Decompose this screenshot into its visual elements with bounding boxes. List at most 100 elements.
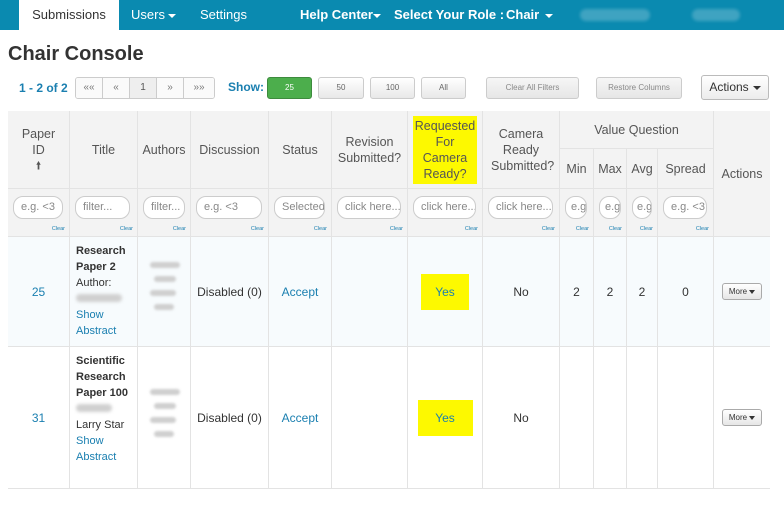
col-header-discussion[interactable]: Discussion	[191, 111, 269, 189]
show-abstract-link[interactable]: Show Abstract	[76, 433, 131, 465]
pager-first-button[interactable]: ««	[76, 78, 103, 98]
filter-input-spread[interactable]: e.g. <3	[663, 196, 707, 219]
show-abstract-show: Show	[76, 309, 104, 321]
row-1-revision	[332, 237, 408, 347]
requested-yes-value[interactable]: Yes	[417, 399, 473, 436]
filter-select-requested[interactable]: click here...	[413, 196, 476, 219]
max-value: 2	[606, 284, 614, 299]
filter-input-paper-id[interactable]: e.g. <3	[13, 196, 63, 219]
chevron-down-icon	[545, 13, 554, 18]
clear-all-filters-button[interactable]: Clear All Filters	[486, 77, 579, 99]
col-header-revision[interactable]: Revision Submitted?	[332, 111, 408, 189]
page-size-all-button[interactable]: All	[421, 77, 466, 99]
nav-tab-submissions[interactable]: Submissions	[19, 0, 119, 30]
row-2-paper-id[interactable]: 31	[8, 347, 70, 489]
status-link[interactable]: Accept	[282, 285, 319, 299]
col-header-paper-id-label: Paper ID	[21, 126, 56, 157]
clear-filter-link[interactable]: Clear	[609, 226, 622, 232]
col-header-camera-ready[interactable]: Camera Ready Submitted?	[483, 111, 560, 189]
filter-input-avg[interactable]: e.g.	[632, 196, 652, 219]
page-size-100-button[interactable]: 100	[370, 77, 415, 99]
col-header-authors-label: Authors	[142, 142, 186, 157]
nav-tab-settings[interactable]: Settings	[200, 0, 247, 30]
filter-input-title[interactable]: filter...	[75, 196, 130, 219]
pager-prev-button[interactable]: «	[103, 78, 130, 98]
blurred-user-menu[interactable]	[580, 9, 650, 21]
blurred-author-label	[76, 401, 131, 417]
row-2-min	[560, 347, 594, 489]
more-button[interactable]: More	[722, 409, 762, 426]
row-2-spread	[658, 347, 714, 489]
filter-cell-avg: e.g. Clear	[627, 189, 658, 237]
col-header-title[interactable]: Title	[70, 111, 138, 189]
filter-input-authors[interactable]: filter...	[143, 196, 185, 219]
col-header-avg-label: Avg	[631, 161, 653, 176]
row-1-status: Accept	[269, 237, 332, 347]
filter-input-discussion[interactable]: e.g. <3	[196, 196, 262, 219]
paper-id-link[interactable]: 25	[32, 285, 45, 299]
requested-yes-value[interactable]: Yes	[421, 273, 469, 310]
row-1-max: 2	[594, 237, 627, 347]
pager-next-button[interactable]: »	[157, 78, 184, 98]
more-button[interactable]: More	[722, 283, 762, 300]
clear-filter-link[interactable]: Clear	[120, 226, 133, 232]
page-size-50-button[interactable]: 50	[318, 77, 364, 99]
nav-select-role-label: Select Your Role :	[394, 0, 504, 30]
clear-filter-link[interactable]: Clear	[542, 226, 555, 232]
role-dropdown[interactable]: Chair	[506, 0, 554, 30]
col-header-max[interactable]: Max	[594, 149, 627, 189]
paper-title[interactable]: Scientific Research Paper 100	[76, 353, 130, 401]
show-abstract-link[interactable]: Show Abstract	[76, 307, 131, 339]
spread-value: 0	[682, 284, 689, 299]
clear-filter-link[interactable]: Clear	[390, 226, 403, 232]
row-1-discussion: Disabled (0)	[191, 237, 269, 347]
col-header-actions: Actions	[714, 111, 770, 237]
clear-filter-link[interactable]: Clear	[465, 226, 478, 232]
clear-filter-link[interactable]: Clear	[52, 226, 65, 232]
paper-title[interactable]: Research Paper 2	[76, 243, 131, 275]
col-header-status[interactable]: Status	[269, 111, 332, 189]
col-header-authors[interactable]: Authors	[138, 111, 191, 189]
status-link[interactable]: Accept	[282, 411, 319, 425]
row-1-paper-id[interactable]: 25	[8, 237, 70, 347]
filter-cell-authors: filter... Clear	[138, 189, 191, 237]
clear-filter-link[interactable]: Clear	[251, 226, 264, 232]
blurred-author-name	[76, 291, 131, 307]
pager-last-button[interactable]: »»	[184, 78, 214, 98]
col-header-avg[interactable]: Avg	[627, 149, 658, 189]
col-header-paper-id[interactable]: Paper ID 🠙	[8, 111, 70, 189]
col-header-max-label: Max	[598, 161, 622, 176]
col-header-requested[interactable]: Requested For Camera Ready?	[408, 111, 483, 189]
nav-help-center[interactable]: Help Center	[300, 0, 381, 30]
clear-filter-link[interactable]: Clear	[314, 226, 327, 232]
clear-filter-link[interactable]: Clear	[173, 226, 186, 232]
col-header-min[interactable]: Min	[560, 149, 594, 189]
actions-dropdown-button[interactable]: Actions	[701, 75, 769, 100]
chevron-down-icon	[749, 415, 756, 420]
row-1-title: Research Paper 2 Author: Show Abstract	[70, 237, 138, 347]
col-header-actions-label: Actions	[721, 166, 763, 181]
blurred-account-menu[interactable]	[692, 9, 740, 21]
paper-id-link[interactable]: 31	[32, 411, 45, 425]
filter-select-revision[interactable]: click here...	[337, 196, 401, 219]
filter-cell-spread: e.g. <3 Clear	[658, 189, 714, 237]
clear-filter-link[interactable]: Clear	[696, 226, 709, 232]
row-2-discussion: Disabled (0)	[191, 347, 269, 489]
filter-select-camera-ready[interactable]: click here...	[488, 196, 553, 219]
clear-filter-link[interactable]: Clear	[640, 226, 653, 232]
pager-page-1[interactable]: 1	[130, 78, 157, 98]
nav-help-center-label: Help Center	[300, 7, 373, 22]
restore-columns-button[interactable]: Restore Columns	[596, 77, 682, 99]
actions-label: Actions	[709, 80, 749, 94]
filter-input-min[interactable]: e.g.	[565, 196, 587, 219]
page-size-25-button[interactable]: 25	[267, 77, 312, 99]
filter-cell-paper-id: e.g. <3 Clear	[8, 189, 70, 237]
blurred-authors	[150, 389, 180, 437]
col-header-spread[interactable]: Spread	[658, 149, 714, 189]
filter-input-max[interactable]: e.g.	[599, 196, 621, 219]
col-header-requested-label: Requested For Camera Ready?	[413, 115, 477, 184]
filter-select-status[interactable]: Selected	[274, 196, 325, 219]
nav-tab-users[interactable]: Users	[131, 0, 176, 30]
clear-filter-link[interactable]: Clear	[576, 226, 589, 232]
row-1-actions: More	[714, 237, 770, 347]
